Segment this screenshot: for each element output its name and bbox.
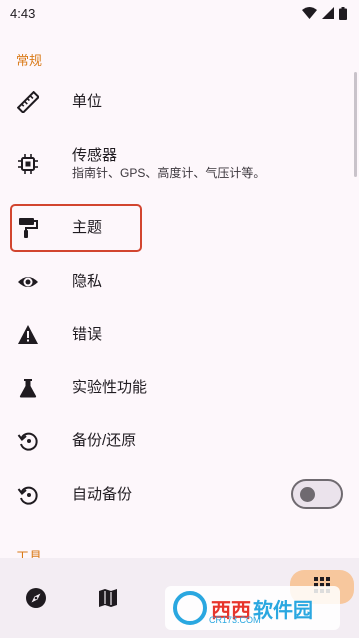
restore-icon — [17, 484, 39, 506]
setting-errors[interactable]: 错误 — [0, 317, 359, 353]
setting-theme-label: 主题 — [72, 219, 103, 236]
setting-privacy-label: 隐私 — [72, 273, 103, 290]
map-icon[interactable] — [96, 586, 120, 610]
setting-errors-label: 错误 — [72, 326, 103, 343]
setting-experimental[interactable]: 实验性功能 — [0, 370, 359, 406]
chip-icon — [17, 153, 39, 175]
setting-sensors-label: 传感器 — [72, 147, 118, 164]
setting-theme[interactable]: 主题 — [0, 210, 359, 246]
wifi-icon — [302, 7, 317, 19]
setting-units[interactable]: 单位 — [0, 84, 359, 120]
status-icons — [302, 6, 347, 20]
compass-icon[interactable] — [24, 586, 48, 610]
battery-icon — [339, 6, 347, 20]
watermark-domain: CR173.COM — [209, 615, 261, 625]
warning-icon — [17, 324, 39, 346]
setting-backup-restore-label: 备份/还原 — [72, 432, 137, 449]
restore-icon — [17, 430, 39, 452]
setting-experimental-label: 实验性功能 — [72, 379, 148, 396]
section-title-general: 常规 — [16, 53, 43, 68]
setting-sensors[interactable]: 传感器 指南针、GPS、高度计、气压计等。 — [0, 140, 359, 190]
setting-backup-restore[interactable]: 备份/还原 — [0, 423, 359, 459]
setting-sensors-summary: 指南针、GPS、高度计、气压计等。 — [72, 166, 266, 180]
setting-privacy[interactable]: 隐私 — [0, 264, 359, 300]
signal-icon — [322, 7, 334, 19]
setting-auto-backup-label: 自动备份 — [72, 486, 133, 503]
toggle-knob — [300, 487, 315, 502]
watermark-brand-b: 软件园 — [253, 599, 313, 622]
setting-units-label: 单位 — [72, 93, 103, 110]
status-bar: 4:43 — [0, 0, 359, 26]
scrollbar[interactable] — [354, 72, 357, 177]
eye-icon — [17, 271, 39, 293]
watermark-logo — [173, 591, 207, 625]
auto-backup-toggle[interactable] — [291, 479, 343, 509]
status-time: 4:43 — [10, 5, 36, 21]
ruler-icon — [17, 91, 39, 113]
flask-icon — [17, 377, 39, 399]
paint-roller-icon — [17, 217, 39, 239]
watermark: 西西 软件园 CR173.COM — [165, 586, 340, 630]
